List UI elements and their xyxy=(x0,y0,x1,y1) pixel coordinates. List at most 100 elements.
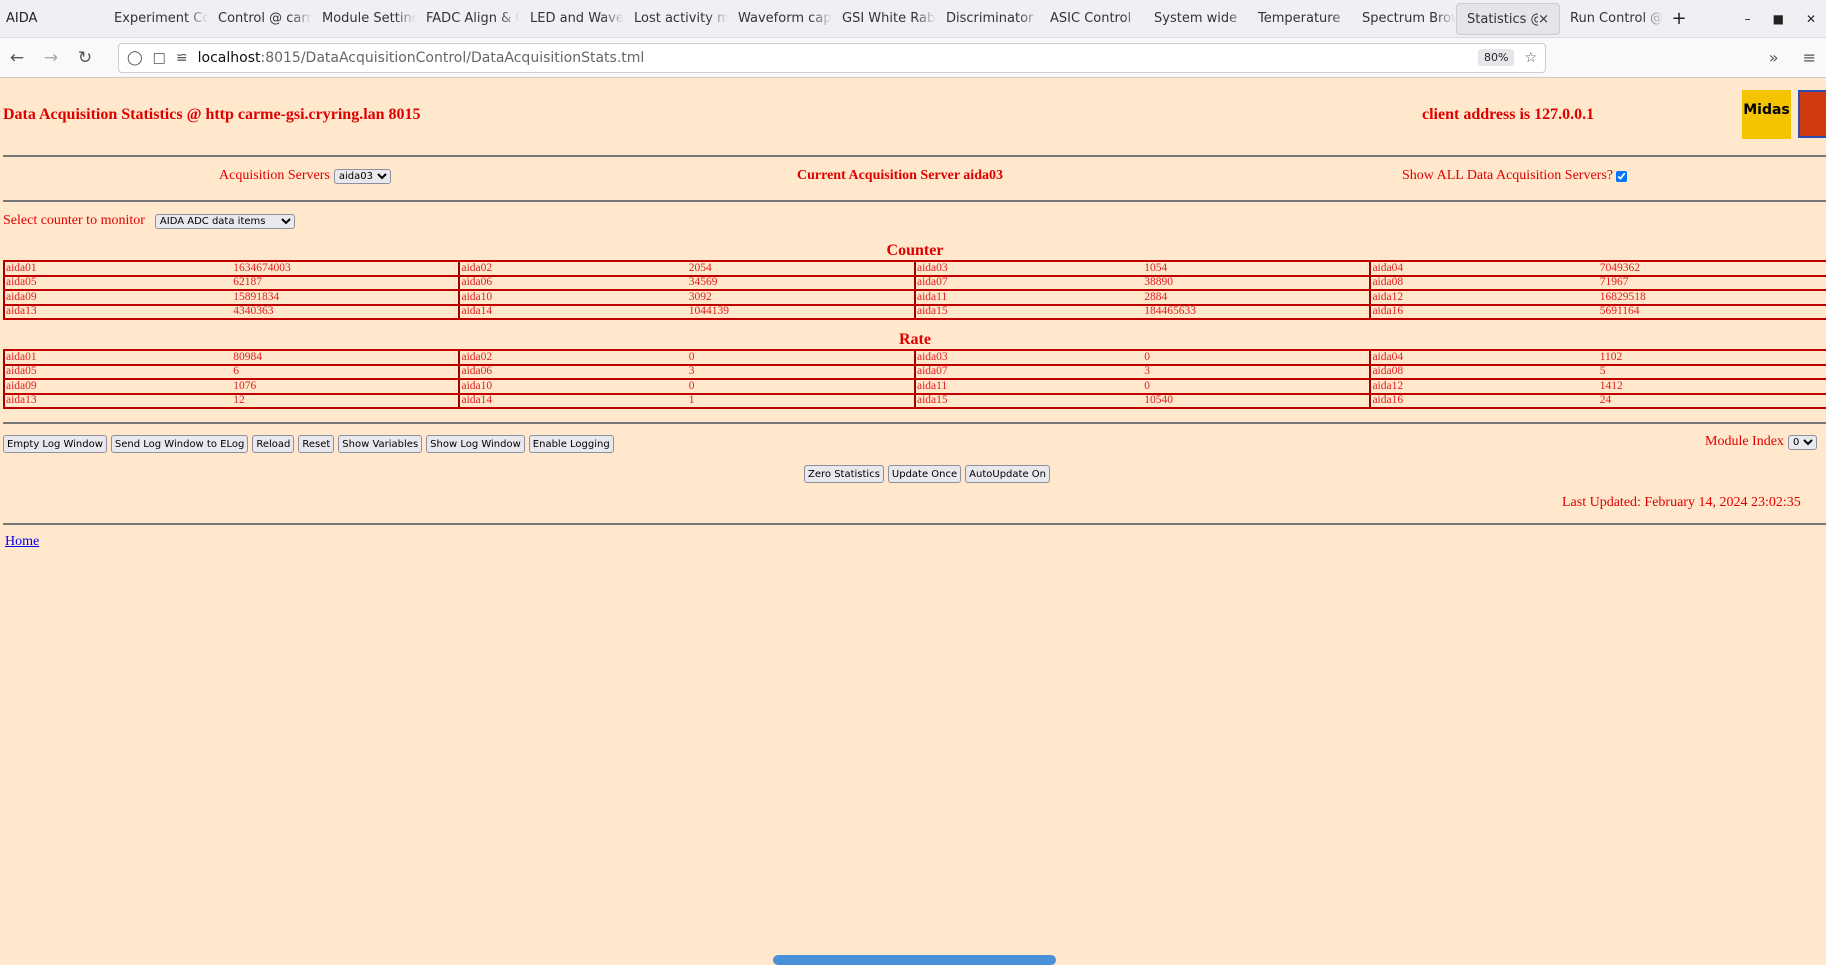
cell-value: 5 xyxy=(1598,363,1826,380)
cell-server: aida05 xyxy=(2,363,233,380)
divider xyxy=(3,155,1826,157)
cell-value: 12 xyxy=(232,392,460,409)
reload-button[interactable]: Reload xyxy=(252,435,295,453)
menu-icon[interactable]: ≡ xyxy=(1803,48,1816,67)
table-row: aida05 62187 aida06 34569 aida07 38890 aida08 7… xyxy=(2,274,1826,291)
cell-server: aida04 xyxy=(1369,349,1599,366)
midas-logo: Midas xyxy=(1742,90,1791,139)
cell-server: aida10 xyxy=(458,378,688,395)
cell-value: 38890 xyxy=(1143,274,1371,291)
tab[interactable]: Run Control @ xyxy=(1560,3,1664,35)
nav-bar: ← → ↻ ◯ □ ≌ localhost:8015/DataAcquisiti… xyxy=(0,38,1826,78)
url-bar[interactable]: ◯ □ ≌ localhost:8015/DataAcquisitionCont… xyxy=(118,42,1546,73)
overflow-chevron-icon[interactable]: » xyxy=(1769,48,1779,67)
cell-server: aida15 xyxy=(913,392,1144,409)
cell-server: aida07 xyxy=(913,274,1144,291)
tab[interactable]: LED and Waveform xyxy=(520,3,624,35)
cell-server: aida03 xyxy=(913,260,1144,277)
cell-server: aida14 xyxy=(458,303,688,320)
tab[interactable]: Statistics @ × xyxy=(1456,2,1560,35)
cell-value: 1076 xyxy=(232,378,460,395)
cell-value: 10540 xyxy=(1143,392,1371,409)
table-row: aida13 4340363 aida14 1044139 aida15 18446563… xyxy=(2,303,1826,320)
cell-server: aida13 xyxy=(2,392,233,409)
tab-label: Waveform capture xyxy=(738,10,832,26)
counter-table: aida01 1634674003 aida02 2054 aida03 1054 aida… xyxy=(2,260,1826,320)
page-title: Data Acquisition Statistics @ http carme… xyxy=(3,106,421,123)
page-icon: □ xyxy=(152,49,166,66)
cell-value: 34569 xyxy=(687,274,915,291)
tab[interactable]: Control @ carme xyxy=(208,3,312,35)
window-title: AIDA xyxy=(6,11,38,26)
tab-label: FADC Align & Control xyxy=(426,10,520,26)
maximize-icon[interactable]: ■ xyxy=(1773,12,1784,26)
tab[interactable]: Temperature xyxy=(1248,3,1352,35)
cell-server: aida15 xyxy=(913,303,1144,320)
tab-label: Spectrum Browser xyxy=(1362,10,1456,26)
tab[interactable]: Discriminator xyxy=(936,3,1040,35)
module-index-select[interactable]: 0 xyxy=(1787,434,1817,450)
bookmark-star-icon[interactable]: ☆ xyxy=(1524,50,1537,66)
send-log-window-to-elog-button[interactable]: Send Log Window to ELog xyxy=(110,435,249,453)
rate-heading: Rate xyxy=(899,331,931,348)
new-tab-button[interactable]: + xyxy=(1664,8,1694,29)
tab[interactable]: ASIC Control xyxy=(1040,3,1144,35)
close-window-icon[interactable]: ✕ xyxy=(1806,12,1816,26)
zero-statistics-button[interactable]: Zero Statistics xyxy=(804,465,884,483)
reload-icon[interactable]: ↻ xyxy=(68,48,102,68)
tab[interactable]: FADC Align & Control xyxy=(416,3,520,35)
tab[interactable]: GSI White Rabbit xyxy=(832,3,936,35)
cell-server: aida06 xyxy=(458,274,688,291)
cell-server: aida06 xyxy=(458,363,688,380)
cell-server: aida11 xyxy=(913,378,1144,395)
tab[interactable]: Lost activity monitor xyxy=(624,3,728,35)
cell-server: aida13 xyxy=(2,303,233,320)
url-host: localhost xyxy=(197,49,261,66)
tab-label: Module Settings xyxy=(322,10,416,26)
tcl-logo xyxy=(1798,90,1826,138)
tab[interactable]: Spectrum Browser xyxy=(1352,3,1456,35)
enable-logging-button[interactable]: Enable Logging xyxy=(528,435,614,453)
cell-server: aida08 xyxy=(1369,363,1599,380)
home-link[interactable]: Home xyxy=(5,534,39,550)
close-tab-icon[interactable]: × xyxy=(1538,4,1549,34)
client-address: client address is 127.0.0.1 xyxy=(1422,106,1595,123)
empty-log-window-button[interactable]: Empty Log Window xyxy=(3,435,107,453)
autoupdate-on-button[interactable]: AutoUpdate On xyxy=(965,465,1050,483)
cell-value: 1102 xyxy=(1598,349,1826,366)
divider xyxy=(3,200,1826,202)
counter-select[interactable]: AIDA ADC data items xyxy=(154,213,295,229)
cell-value: 62187 xyxy=(232,274,460,291)
cell-value: 1 xyxy=(687,392,915,409)
tab[interactable]: System wide xyxy=(1144,3,1248,35)
cell-value: 1054 xyxy=(1143,260,1371,277)
acq-server-select[interactable]: aida03 xyxy=(333,168,391,184)
show-all-checkbox[interactable] xyxy=(1616,170,1628,182)
permissions-icon[interactable]: ≌ xyxy=(176,50,188,66)
zoom-level[interactable]: 80% xyxy=(1477,49,1515,66)
show-log-window-button[interactable]: Show Log Window xyxy=(426,435,525,453)
cell-server: aida08 xyxy=(1369,274,1599,291)
reset-button[interactable]: Reset xyxy=(298,435,335,453)
tab[interactable]: Waveform capture xyxy=(728,3,832,35)
back-icon[interactable]: ← xyxy=(0,48,34,68)
tab[interactable]: Module Settings xyxy=(312,3,416,35)
cell-value: 71967 xyxy=(1598,274,1826,291)
show-variables-button[interactable]: Show Variables xyxy=(338,435,423,453)
tab-label: GSI White Rabbit xyxy=(842,10,936,26)
forward-icon[interactable]: → xyxy=(34,48,68,68)
tab-label: Lost activity monitor xyxy=(634,10,728,26)
table-row: aida01 80984 aida02 0 aida03 0 aida04 1102 xyxy=(2,349,1826,366)
update-once-button[interactable]: Update Once xyxy=(887,465,962,483)
scroll-indicator[interactable] xyxy=(773,955,1056,965)
current-server: Current Acquisition Server aida03 xyxy=(797,168,1003,183)
cell-server: aida16 xyxy=(1369,303,1599,320)
table-row: aida09 15891834 aida10 3092 aida11 2884 aida12… xyxy=(2,289,1826,306)
cell-server: aida03 xyxy=(913,349,1144,366)
last-updated: Last Updated: February 14, 2024 23:02:35 xyxy=(1562,495,1801,510)
shield-icon[interactable]: ◯ xyxy=(127,50,143,66)
tab[interactable]: Experiment Control xyxy=(104,3,208,35)
minimize-icon[interactable]: – xyxy=(1745,12,1751,26)
cell-value: 80984 xyxy=(232,349,460,366)
tab-label: Statistics @ xyxy=(1467,11,1539,27)
